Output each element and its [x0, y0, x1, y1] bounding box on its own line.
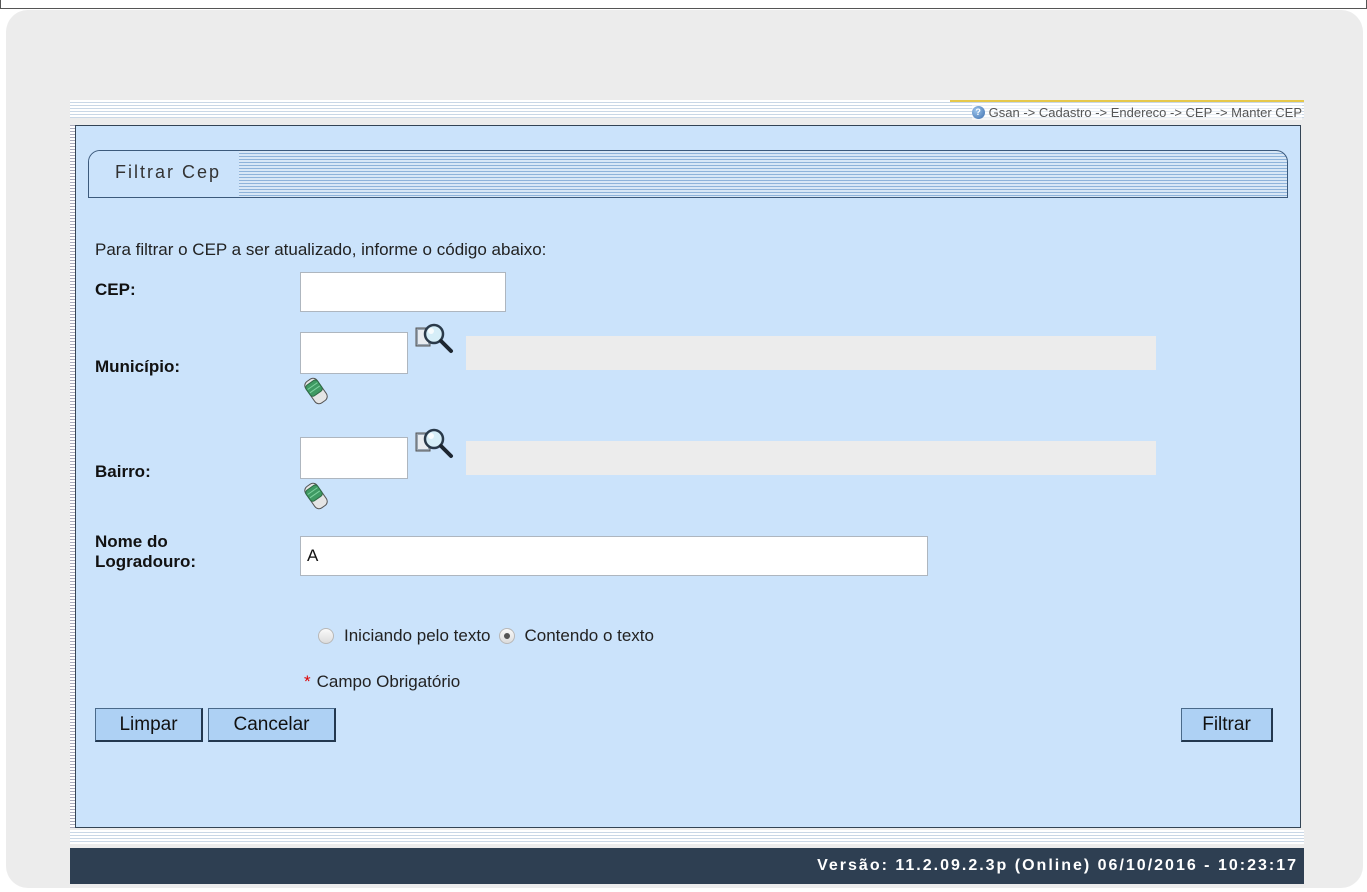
municipio-eraser-icon[interactable] [304, 376, 328, 406]
required-field-note: * Campo Obrigatório [304, 672, 460, 692]
bairro-label: Bairro: [95, 462, 151, 481]
radio-iniciando-label: Iniciando pelo texto [344, 626, 491, 645]
bairro-eraser-icon[interactable] [304, 481, 328, 511]
search-type-radio-group: Iniciando pelo texto Contendo o texto [318, 626, 654, 646]
required-note-text: Campo Obrigatório [316, 672, 461, 691]
cep-input[interactable] [300, 272, 506, 312]
logradouro-label-line1: Nome do [95, 532, 168, 551]
radio-contendo[interactable] [498, 628, 515, 644]
required-star: * [304, 672, 311, 691]
bairro-search-icon[interactable] [414, 425, 454, 463]
logradouro-label-line2: Logradouro: [95, 552, 197, 571]
footer-lines [70, 830, 1304, 844]
limpar-button[interactable]: Limpar [95, 708, 203, 742]
panel-title-tab: Filtrar Cep [88, 150, 1288, 198]
logradouro-input[interactable] [300, 536, 928, 576]
breadcrumb-text: Gsan -> Cadastro -> Endereco -> CEP -> M… [988, 105, 1302, 120]
municipio-label: Município: [95, 357, 180, 376]
municipio-description-field [466, 336, 1156, 370]
instruction-text: Para filtrar o CEP a ser atualizado, inf… [95, 240, 547, 259]
breadcrumb: ? Gsan -> Cadastro -> Endereco -> CEP ->… [971, 105, 1302, 120]
app-area: ? Gsan -> Cadastro -> Endereco -> CEP ->… [70, 100, 1304, 884]
radio-iniciando[interactable] [318, 628, 334, 644]
logradouro-label: Nome do Logradouro: [95, 532, 196, 572]
help-icon[interactable]: ? [971, 106, 985, 119]
cep-label: CEP: [95, 280, 136, 299]
cancelar-button[interactable]: Cancelar [208, 708, 336, 742]
bairro-description-field [466, 441, 1156, 475]
page-title: Filtrar Cep [89, 151, 240, 197]
bairro-code-input[interactable] [300, 437, 408, 479]
filtrar-button[interactable]: Filtrar [1181, 708, 1273, 742]
filter-panel: Filtrar Cep Para filtrar o CEP a ser atu… [75, 125, 1301, 828]
version-footer: Versão: 11.2.09.2.3p (Online) 06/10/2016… [70, 848, 1304, 884]
header-accent-line [950, 100, 1304, 102]
radio-contendo-label: Contendo o texto [524, 626, 654, 645]
municipio-code-input[interactable] [300, 332, 408, 374]
municipio-search-icon[interactable] [414, 320, 454, 358]
top-window-strip [0, 0, 1367, 9]
